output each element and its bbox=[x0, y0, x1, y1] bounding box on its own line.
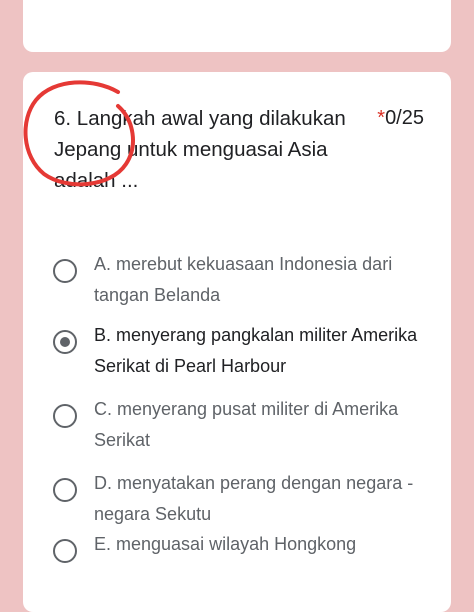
radio-dot-icon bbox=[60, 337, 70, 347]
red-circle-annotation bbox=[23, 80, 135, 187]
option-label: C. menyerang pusat militer di Amerika Se… bbox=[94, 399, 399, 450]
option-label: A. merebut kekuasaan Indonesia dari tang… bbox=[94, 254, 393, 305]
radio-icon[interactable] bbox=[53, 404, 77, 428]
radio-icon[interactable] bbox=[53, 478, 77, 502]
required-asterisk: * bbox=[377, 107, 386, 129]
radio-icon[interactable] bbox=[53, 539, 77, 563]
option-e[interactable]: E. menguasai wilayah Hongkong bbox=[50, 534, 430, 595]
option-label: E. menguasai wilayah Hongkong bbox=[94, 534, 357, 554]
option-label: D. menyatakan perang dengan negara - neg… bbox=[94, 473, 414, 524]
previous-question-card bbox=[23, 0, 451, 52]
option-d[interactable]: D. menyatakan perang dengan negara - neg… bbox=[50, 473, 430, 534]
points-value: 0/25 bbox=[385, 107, 424, 129]
radio-checked-icon[interactable] bbox=[53, 330, 77, 354]
option-a[interactable]: A. merebut kekuasaan Indonesia dari tang… bbox=[50, 254, 430, 315]
question-points: *0/25 bbox=[377, 103, 424, 134]
option-c[interactable]: C. menyerang pusat militer di Amerika Se… bbox=[50, 399, 430, 460]
radio-icon[interactable] bbox=[53, 259, 77, 283]
option-label: B. menyerang pangkalan militer Amerika S… bbox=[94, 325, 418, 376]
option-b[interactable]: B. menyerang pangkalan militer Amerika S… bbox=[50, 325, 430, 386]
